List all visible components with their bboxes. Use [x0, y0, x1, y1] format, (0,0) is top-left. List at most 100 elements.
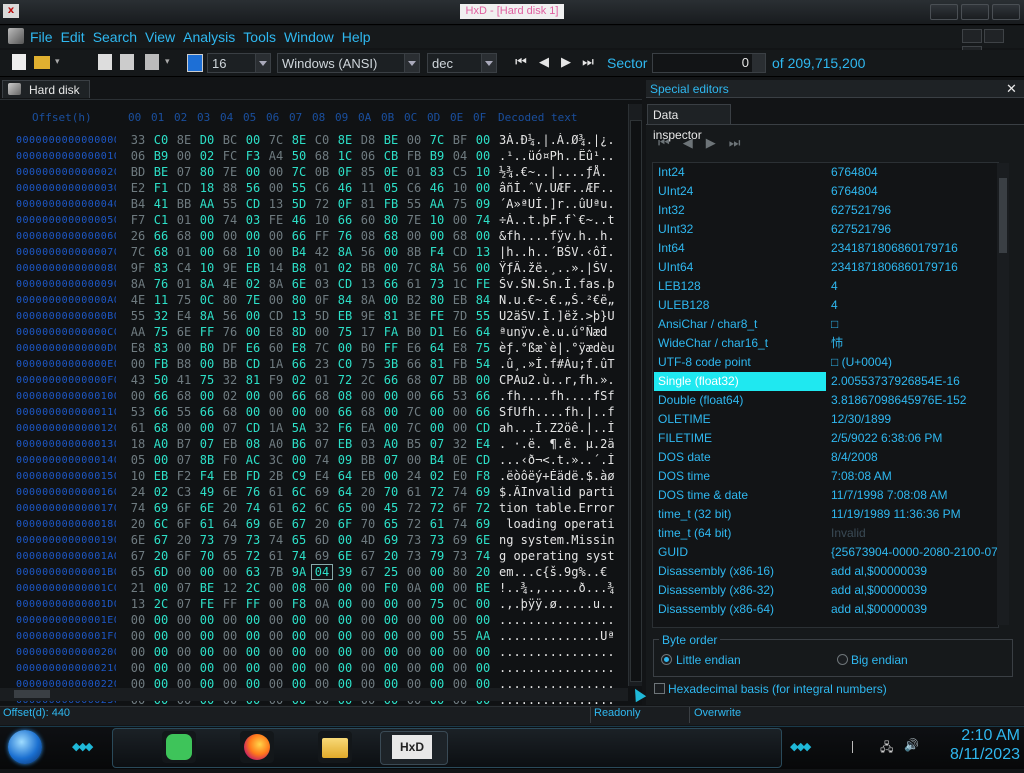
hex-byte[interactable]: 24 — [128, 485, 148, 499]
hex-byte[interactable]: 00 — [220, 613, 240, 627]
hex-byte[interactable]: AA — [128, 325, 148, 339]
hex-byte[interactable]: 66 — [381, 373, 401, 387]
hex-byte[interactable]: 00 — [220, 629, 240, 643]
hex-byte[interactable]: FF — [312, 229, 332, 243]
decoded-text[interactable]: |h..h..´BŠV.‹ôÍ. — [499, 245, 627, 259]
hex-byte[interactable]: 00 — [381, 293, 401, 307]
hex-byte[interactable]: DF — [220, 341, 240, 355]
hex-byte[interactable]: D0 — [197, 133, 217, 147]
hex-byte[interactable]: FF — [381, 341, 401, 355]
hex-byte[interactable]: 0C — [197, 293, 217, 307]
hex-byte[interactable]: 03 — [358, 437, 378, 451]
hex-row[interactable]: 0000000000000030 E2 F1 CD 18 88 56 00 55 C6 46 11 05… — [0, 181, 628, 197]
hex-byte[interactable]: B4 — [289, 245, 309, 259]
hex-byte[interactable]: 24 — [404, 469, 424, 483]
hex-byte[interactable]: BE — [473, 581, 493, 595]
hex-byte[interactable]: 67 — [151, 533, 171, 547]
hex-byte[interactable]: 02 — [243, 277, 263, 291]
hex-byte[interactable]: 8B — [404, 245, 424, 259]
hex-byte[interactable]: BD — [128, 165, 148, 179]
hex-byte[interactable]: C1 — [151, 213, 171, 227]
hex-byte[interactable]: 00 — [335, 597, 355, 611]
hex-byte[interactable]: B7 — [174, 437, 194, 451]
hex-byte[interactable]: 64 — [335, 485, 355, 499]
hex-byte[interactable]: 1C — [450, 277, 470, 291]
hex-byte[interactable]: 76 — [335, 229, 355, 243]
hex-byte[interactable]: 00 — [197, 661, 217, 675]
next-icon[interactable]: ▶ — [706, 135, 729, 150]
hex-byte[interactable]: 8E — [335, 133, 355, 147]
hex-byte[interactable]: 81 — [243, 373, 263, 387]
hex-byte[interactable]: 00 — [128, 629, 148, 643]
hex-byte[interactable]: E0 — [450, 469, 470, 483]
hex-byte[interactable]: 68 — [174, 229, 194, 243]
hex-byte[interactable]: AC — [243, 453, 263, 467]
hex-byte[interactable]: 61 — [128, 421, 148, 435]
hex-byte[interactable]: 64 — [220, 517, 240, 531]
hex-byte[interactable]: 62 — [289, 501, 309, 515]
hex-byte[interactable]: 00 — [128, 661, 148, 675]
open-folder-icon[interactable] — [34, 56, 50, 69]
hex-byte[interactable]: 33 — [128, 133, 148, 147]
hex-byte[interactable]: 00 — [381, 613, 401, 627]
hex-scroll-thumb[interactable] — [630, 120, 642, 682]
inspector-row[interactable]: Int64 2341871806860179716 — [653, 239, 998, 258]
hex-byte[interactable]: F2 — [174, 469, 194, 483]
hex-byte[interactable]: 74 — [312, 453, 332, 467]
decoded-text[interactable]: ŸƒÄ.žë.¸..».|ŠV. — [499, 261, 627, 275]
hex-byte[interactable]: 7D — [450, 309, 470, 323]
hex-byte[interactable]: 6E — [473, 533, 493, 547]
hex-byte[interactable]: 00 — [243, 405, 263, 419]
hex-byte[interactable]: 00 — [243, 165, 263, 179]
hex-byte[interactable]: AA — [427, 197, 447, 211]
hex-byte[interactable]: 6C — [289, 485, 309, 499]
inspector-value[interactable]: 2341871806860179716 — [831, 258, 958, 277]
decoded-text[interactable]: . ·.ë. ¶.ë. µ.2ä — [499, 437, 627, 451]
inspector-value[interactable]: □ — [831, 315, 838, 334]
hex-byte[interactable]: 00 — [289, 613, 309, 627]
hex-byte[interactable]: CB — [381, 149, 401, 163]
hex-byte[interactable]: 61 — [427, 517, 447, 531]
inspector-row[interactable]: time_t (64 bit) Invalid — [653, 524, 998, 543]
hex-byte[interactable]: 69 — [151, 501, 171, 515]
inspector-value[interactable]: 6764804 — [831, 163, 878, 182]
hex-byte[interactable]: C4 — [174, 261, 194, 275]
hex-byte[interactable]: FA — [381, 325, 401, 339]
hex-row[interactable]: 0000000000000020 BD BE 07 80 7E 00 00 7C 0B 0F 85 0E… — [0, 165, 628, 181]
hex-byte[interactable]: 17 — [358, 325, 378, 339]
hex-byte[interactable]: 07 — [174, 165, 194, 179]
hex-byte[interactable]: 75 — [174, 293, 194, 307]
hex-byte[interactable]: 3C — [266, 453, 286, 467]
hex-row[interactable]: 0000000000000140 05 00 07 8B F0 AC 3C 00 74 09 BB 07… — [0, 453, 628, 469]
hex-byte[interactable]: 73 — [404, 533, 424, 547]
hex-byte[interactable]: 00 — [289, 645, 309, 659]
hex-row[interactable]: 0000000000000180 20 6C 6F 61 64 69 6E 67 20 6F 70 65… — [0, 517, 628, 533]
hex-byte[interactable]: 6E — [128, 533, 148, 547]
charset-select[interactable]: Windows (ANSI) — [277, 53, 420, 73]
hex-byte[interactable]: 56 — [220, 309, 240, 323]
hex-byte[interactable]: 00 — [197, 357, 217, 371]
hex-byte[interactable]: F8 — [289, 597, 309, 611]
hex-byte[interactable]: A0 — [266, 437, 286, 451]
hex-horizontal-scrollbar[interactable] — [0, 688, 628, 701]
hex-byte[interactable]: 74 — [473, 213, 493, 227]
hex-byte[interactable]: 75 — [427, 597, 447, 611]
inspector-value[interactable]: 8/4/2008 — [831, 448, 878, 467]
hex-byte[interactable]: F1 — [151, 181, 171, 195]
decoded-text[interactable]: .ëòôëý+Éädë.$.àø — [499, 469, 627, 483]
hex-byte[interactable]: 00 — [197, 613, 217, 627]
hex-byte[interactable]: 8A — [128, 277, 148, 291]
hex-byte[interactable]: 13 — [289, 309, 309, 323]
hex-byte[interactable]: 66 — [151, 229, 171, 243]
hex-byte[interactable]: 00 — [197, 565, 217, 579]
inspector-row[interactable]: DOS time 7:08:08 AM — [653, 467, 998, 486]
hex-byte[interactable]: CD — [243, 197, 263, 211]
hex-byte[interactable]: C5 — [450, 165, 470, 179]
hex-byte[interactable]: 68 — [358, 405, 378, 419]
hex-byte[interactable]: 00 — [220, 565, 240, 579]
hex-byte[interactable]: 00 — [174, 629, 194, 643]
hex-byte[interactable]: BE — [151, 165, 171, 179]
little-endian-label[interactable]: Little endian — [676, 653, 741, 667]
hex-byte[interactable]: 73 — [404, 549, 424, 563]
hex-byte[interactable]: 3B — [381, 357, 401, 371]
